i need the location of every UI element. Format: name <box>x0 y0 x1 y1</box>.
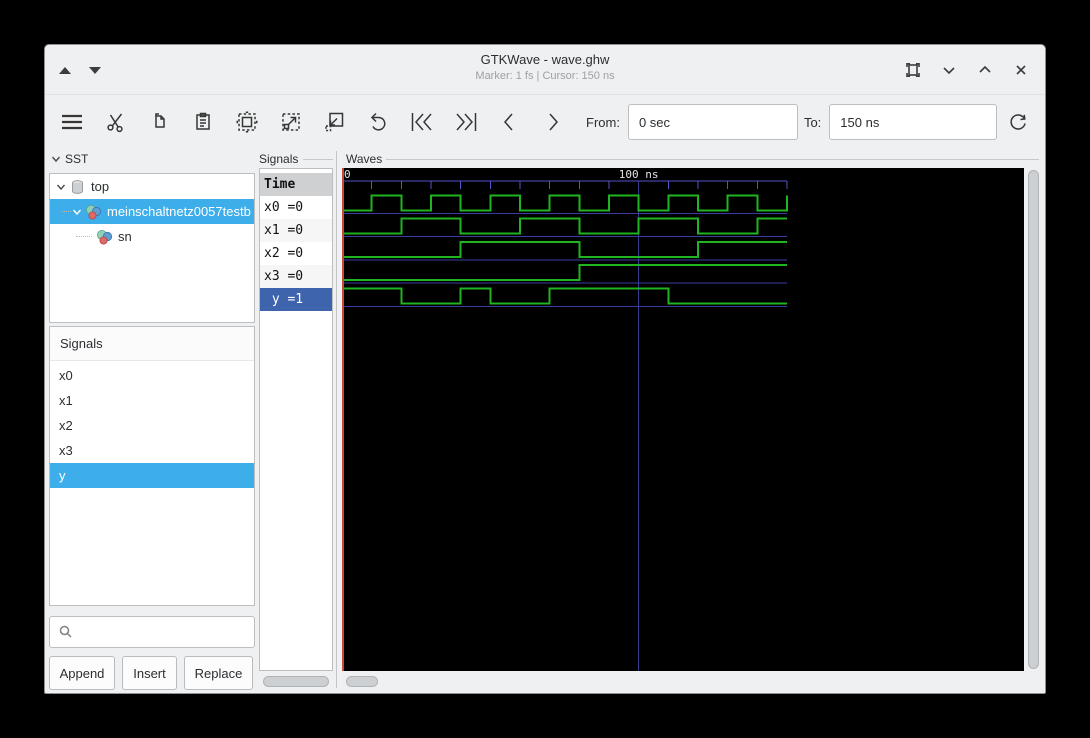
tree-item-label: sn <box>118 229 132 244</box>
copy-icon[interactable] <box>143 104 177 140</box>
tree-item-label: top <box>91 179 110 194</box>
chevron-down-icon[interactable] <box>72 207 82 217</box>
skip-to-start-icon[interactable] <box>405 104 439 140</box>
hierarchy-top-icon <box>72 179 83 194</box>
tree-item-top[interactable]: top <box>50 174 254 199</box>
gtkwave-window: GTKWave - wave.ghw Marker: 1 fs | Cursor… <box>44 44 1046 694</box>
titlebar[interactable]: GTKWave - wave.ghw Marker: 1 fs | Cursor… <box>45 45 1045 95</box>
cut-icon[interactable] <box>99 104 133 140</box>
sst-label: SST <box>65 152 89 166</box>
replace-button[interactable]: Replace <box>184 656 253 690</box>
window-title: GTKWave - wave.ghw <box>480 52 610 67</box>
zoom-fit-icon[interactable] <box>230 104 264 140</box>
frame-rule <box>386 159 1039 160</box>
search-input[interactable] <box>74 617 254 647</box>
tree-item-sn[interactable]: sn <box>50 224 254 249</box>
tree-connector <box>76 236 92 237</box>
value-row-x3[interactable]: x3 =0 <box>260 265 332 288</box>
signals-list-title: Signals <box>50 327 254 361</box>
close-icon[interactable] <box>1011 60 1031 80</box>
undo-icon[interactable] <box>361 104 395 140</box>
value-row-x0[interactable]: x0 =0 <box>260 196 332 219</box>
signal-item-x2[interactable]: x2 <box>50 413 254 438</box>
value-row-x1[interactable]: x1 =0 <box>260 219 332 242</box>
wave-svg: 0 100 ns <box>341 168 788 671</box>
tree-item-label: meinschaltnetz0057testb <box>107 204 251 219</box>
waves-vscrollbar[interactable] <box>1028 170 1039 669</box>
from-label: From: <box>586 114 620 130</box>
skip-to-end-icon[interactable] <box>449 104 483 140</box>
from-input[interactable] <box>627 104 798 140</box>
time-header-cell[interactable]: Time <box>260 173 332 196</box>
chevron-down-icon <box>51 156 61 163</box>
reload-icon[interactable] <box>1001 104 1035 140</box>
svg-text:0: 0 <box>344 168 351 181</box>
append-button[interactable]: Append <box>49 656 115 690</box>
waveform-canvas[interactable]: 0 100 ns <box>341 168 1024 671</box>
fullscreen-icon[interactable] <box>903 60 923 80</box>
sst-section-header[interactable]: SST <box>51 152 88 166</box>
module-icon <box>97 229 113 244</box>
minimize-icon[interactable] <box>939 60 959 80</box>
to-input[interactable] <box>829 104 998 140</box>
paste-icon[interactable] <box>186 104 220 140</box>
svg-text:100 ns: 100 ns <box>619 168 659 181</box>
zoom-in-icon[interactable] <box>274 104 308 140</box>
maximize-icon[interactable] <box>975 60 995 80</box>
chevron-down-icon[interactable] <box>56 182 66 192</box>
signal-values-panel: Time x0 =0 x1 =0 x2 =0 x3 =0 y =1 <box>259 168 333 671</box>
value-row-x2[interactable]: x2 =0 <box>260 242 332 265</box>
values-panel-title: Signals <box>259 152 299 166</box>
signal-search-box[interactable] <box>49 616 255 648</box>
value-row-y[interactable]: y =1 <box>260 288 332 311</box>
step-left-icon[interactable] <box>493 104 527 140</box>
signal-item-x3[interactable]: x3 <box>50 438 254 463</box>
signal-item-x1[interactable]: x1 <box>50 388 254 413</box>
tree-item-module[interactable]: meinschaltnetz0057testb <box>50 199 254 224</box>
frame-rule <box>303 159 333 160</box>
window-subtitle: Marker: 1 fs | Cursor: 150 ns <box>475 70 615 82</box>
values-hscrollbar[interactable] <box>263 676 329 687</box>
signal-item-x0[interactable]: x0 <box>50 363 254 388</box>
tree-connector <box>62 211 71 212</box>
module-icon <box>86 204 102 219</box>
waves-hscrollbar[interactable] <box>346 676 378 687</box>
step-right-icon[interactable] <box>536 104 570 140</box>
waves-panel-title: Waves <box>346 152 383 166</box>
screen-background: GTKWave - wave.ghw Marker: 1 fs | Cursor… <box>0 0 1090 738</box>
menu-icon[interactable] <box>55 104 89 140</box>
insert-button[interactable]: Insert <box>122 656 177 690</box>
signal-item-y[interactable]: y <box>50 463 254 488</box>
sst-tree: top meinschaltnetz0057testb sn <box>49 173 255 323</box>
search-icon <box>59 625 72 638</box>
pane-splitter[interactable] <box>336 151 337 688</box>
zoom-out-icon[interactable] <box>318 104 352 140</box>
to-label: To: <box>803 114 822 130</box>
signals-list-panel: Signals x0 x1 x2 x3 y <box>49 326 255 606</box>
toolbar: From: To: <box>45 95 1045 149</box>
